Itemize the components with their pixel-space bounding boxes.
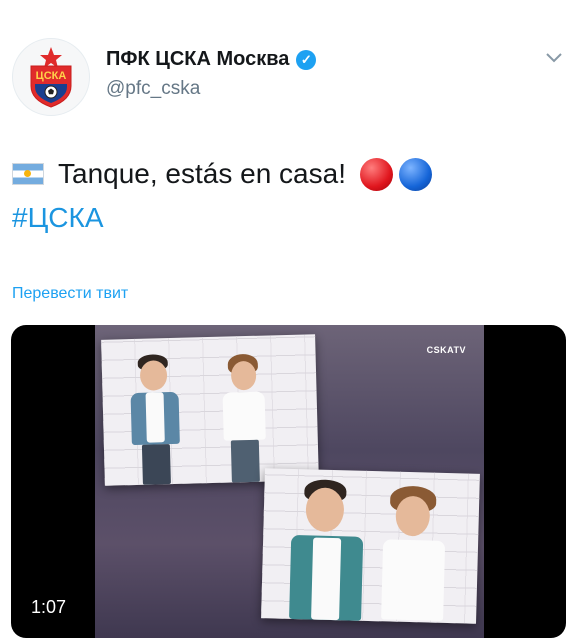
tweet-text: Tanque, estás en casa! <box>58 158 346 189</box>
video-watermark: CSKATV <box>426 345 466 355</box>
account-names: ПФК ЦСКА Москва ✓ @pfc_cska <box>106 48 317 100</box>
avatar-text: ЦСКА <box>36 70 67 82</box>
account-handle[interactable]: @pfc_cska <box>106 78 316 100</box>
chevron-down-icon[interactable] <box>546 50 562 67</box>
avatar[interactable]: ЦСКА <box>12 38 90 116</box>
blue-circle-icon <box>398 157 432 191</box>
verified-badge-icon: ✓ <box>296 49 317 70</box>
hashtag-link[interactable]: #ЦСКА <box>12 196 432 240</box>
account-name-row[interactable]: ПФК ЦСКА Москва ✓ <box>106 48 317 71</box>
tweet-header: ЦСКА ПФК ЦСКА Москва ✓ @pfc_cska <box>8 34 564 120</box>
red-circle-icon <box>359 157 393 191</box>
tweet-body: Tanque, estás en casa! #ЦСКА <box>12 152 432 240</box>
video-player[interactable]: CSKATV 1:07 <box>11 325 566 638</box>
video-duration: 1:07 <box>31 597 67 617</box>
display-name[interactable]: ПФК ЦСКА Москва <box>106 48 289 71</box>
photo-card <box>261 468 480 624</box>
cska-logo-icon: ЦСКА <box>30 47 72 108</box>
argentina-flag-icon <box>12 163 44 185</box>
translate-tweet-link[interactable]: Перевести твит <box>12 285 128 303</box>
video-frame: CSKATV <box>95 325 484 638</box>
photo-card <box>101 334 319 486</box>
tweet-line: Tanque, estás en casa! <box>12 152 432 196</box>
